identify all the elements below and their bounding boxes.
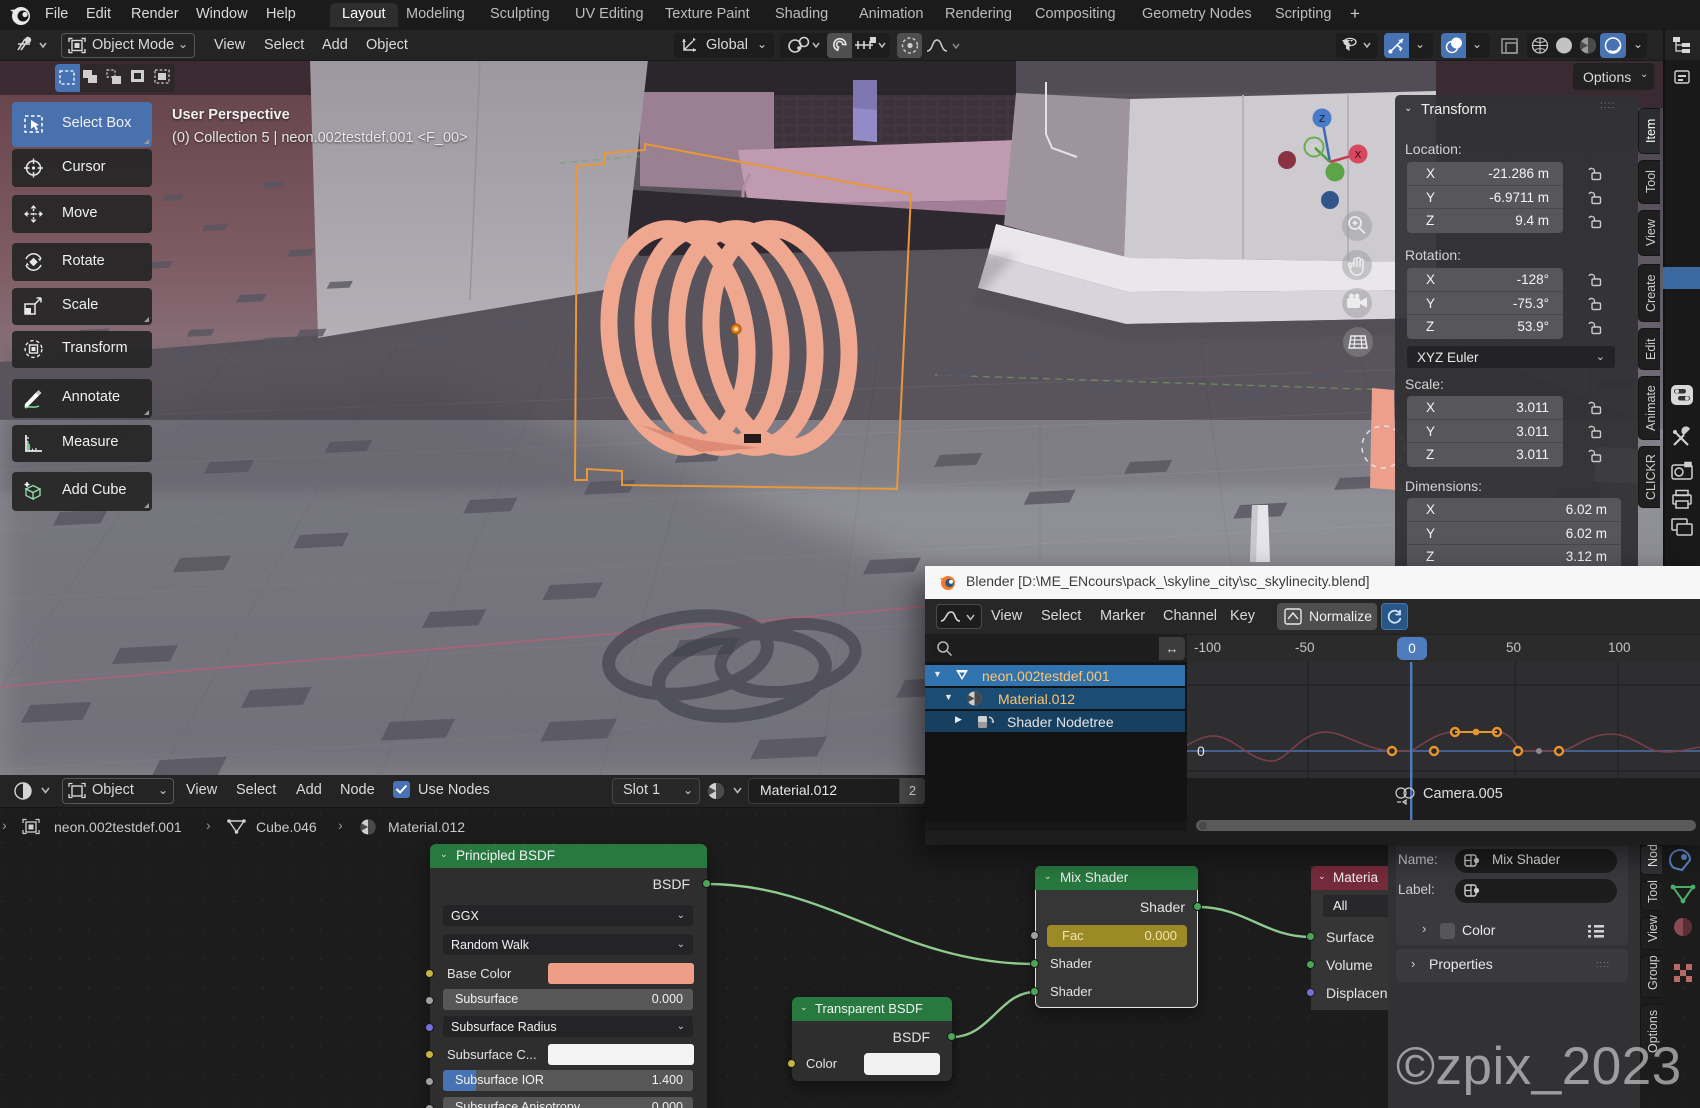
svg-text:Z: Z — [1319, 114, 1325, 125]
svg-text:Y: Y — [1311, 143, 1318, 154]
svg-text:0: 0 — [1197, 743, 1205, 759]
svg-text:Camera.005: Camera.005 — [1423, 786, 1503, 802]
svg-text:X: X — [1355, 150, 1362, 161]
